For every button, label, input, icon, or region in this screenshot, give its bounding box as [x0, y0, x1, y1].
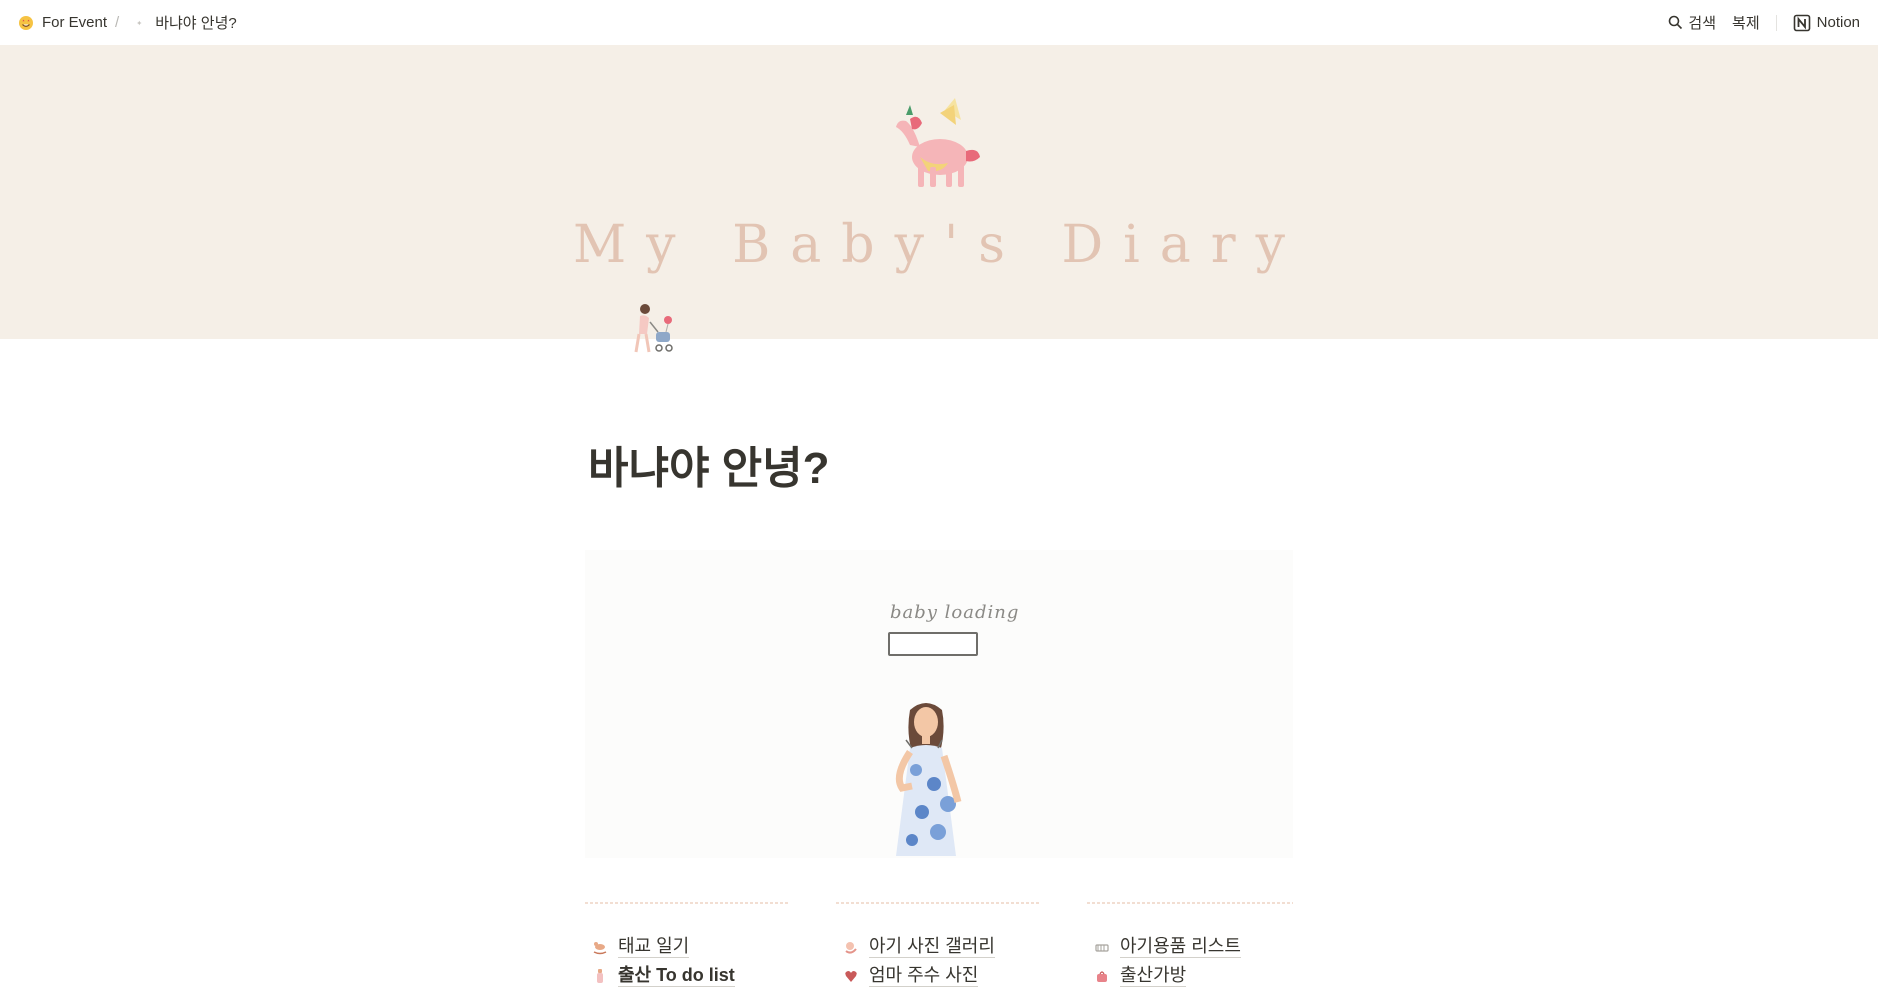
bag-icon: [1094, 968, 1110, 984]
page-icon-mother-stroller[interactable]: [628, 300, 688, 365]
link-baby-items[interactable]: 아기용품 리스트: [1094, 935, 1241, 958]
link-birth-bag[interactable]: 출산가방: [1094, 964, 1187, 987]
column-divider-1: [585, 902, 789, 904]
breadcrumb: For Event / 바냐야 안녕?: [18, 12, 237, 33]
cover-title: My Baby's Diary: [572, 215, 1306, 275]
hero-image: baby loading: [585, 550, 1293, 858]
column-divider-2: [836, 902, 1041, 904]
pregnant-woman-illustration-icon: [870, 700, 990, 858]
link-label: 아기용품 리스트: [1120, 936, 1241, 958]
top-bar: For Event / 바냐야 안녕? 검색 복제 Notion: [0, 0, 1878, 45]
link-mom-weekly-photos[interactable]: 엄마 주수 사진: [843, 964, 979, 987]
link-baby-gallery[interactable]: 아기 사진 갤러리: [843, 935, 995, 958]
link-label: 출산가방: [1120, 965, 1187, 987]
loading-bar: [888, 632, 978, 656]
rocking-horse-icon: [592, 939, 608, 955]
heart-icon: [843, 968, 859, 984]
top-bar-divider: [1775, 14, 1777, 31]
breadcrumb-workspace[interactable]: For Event: [42, 14, 107, 31]
search-icon: [1668, 15, 1683, 30]
link-taegyo-diary[interactable]: 태교 일기: [592, 935, 690, 958]
notion-label: Notion: [1816, 14, 1860, 31]
baby-loading-text: baby loading: [890, 602, 1020, 623]
duplicate-label: 복제: [1732, 15, 1760, 32]
breadcrumb-page[interactable]: 바냐야 안녕?: [155, 12, 237, 33]
sparkle-icon: [131, 15, 147, 31]
notion-button[interactable]: Notion: [1793, 14, 1860, 32]
column-divider-3: [1087, 902, 1293, 904]
search-label: 검색: [1688, 15, 1717, 32]
baby-icon: [843, 939, 859, 955]
unicorn-illustration-icon: [880, 95, 990, 200]
breadcrumb-separator: /: [115, 14, 120, 31]
link-label: 출산 To do list: [618, 965, 735, 987]
page-title[interactable]: 바냐야 안녕?: [588, 432, 830, 496]
top-bar-actions: 검색 복제 Notion: [1652, 0, 1860, 45]
star-eyes-emoji-icon: [18, 15, 34, 31]
crib-icon: [1094, 939, 1110, 955]
link-birth-todo[interactable]: 출산 To do list: [592, 964, 735, 987]
bottle-icon: [592, 968, 608, 984]
link-label: 아기 사진 갤러리: [869, 936, 995, 958]
notion-logo-icon: [1793, 14, 1811, 32]
search-button[interactable]: 검색: [1668, 12, 1716, 33]
link-label: 태교 일기: [618, 936, 690, 958]
link-label: 엄마 주수 사진: [869, 965, 979, 987]
duplicate-button[interactable]: 복제: [1732, 12, 1760, 33]
page-cover[interactable]: My Baby's Diary: [0, 45, 1878, 339]
